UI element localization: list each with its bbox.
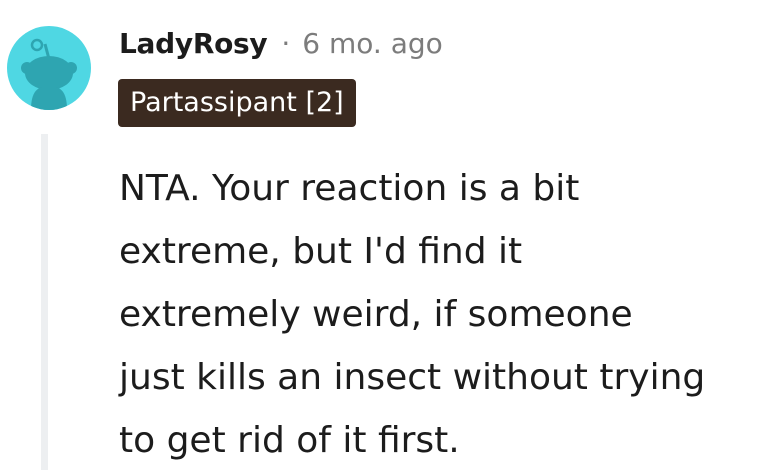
- comment-meta: LadyRosy · 6 mo. ago: [119, 24, 443, 62]
- thread-collapse-line[interactable]: [41, 134, 48, 470]
- comment-body-line: just kills an insect without trying: [119, 357, 706, 398]
- comment-body-line: extremely weird, if someone: [119, 294, 633, 335]
- avatar[interactable]: [7, 26, 91, 110]
- comment-body-line: NTA. Your reaction is a bit: [119, 168, 580, 209]
- meta-separator: ·: [281, 26, 291, 60]
- username-link[interactable]: LadyRosy: [119, 27, 268, 60]
- comment-body: NTA. Your reaction is a bit extreme, but…: [119, 157, 765, 472]
- reddit-snoo-avatar-icon: [7, 26, 91, 110]
- comment-body-line: extreme, but I'd find it: [119, 231, 523, 272]
- timestamp-link[interactable]: 6 mo. ago: [302, 27, 443, 60]
- comment-body-line: to get rid of it first.: [119, 420, 460, 461]
- user-flair-badge: Partassipant [2]: [118, 79, 356, 127]
- comment: LadyRosy · 6 mo. ago Partassipant [2] NT…: [0, 0, 766, 470]
